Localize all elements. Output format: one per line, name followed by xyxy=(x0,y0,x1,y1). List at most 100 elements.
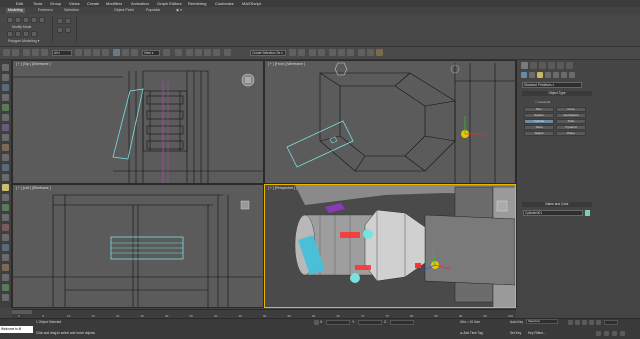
systems-icon[interactable] xyxy=(569,72,575,78)
sphere-button[interactable]: Sphere xyxy=(524,113,554,118)
angle-snap-icon[interactable] xyxy=(195,49,202,56)
tool-icon[interactable] xyxy=(2,84,9,91)
render-setup-icon[interactable] xyxy=(358,49,365,56)
coord-z-field[interactable] xyxy=(390,320,414,325)
viewport-left[interactable]: [ + ] [Left ] [Wireframe ] xyxy=(12,184,264,308)
utilities-tab-icon[interactable] xyxy=(566,62,573,69)
layer-manager-icon[interactable] xyxy=(309,49,316,56)
tool-icon[interactable] xyxy=(2,194,9,201)
tool-icon[interactable] xyxy=(2,144,9,151)
link-icon[interactable] xyxy=(23,49,30,56)
tool-icon[interactable] xyxy=(2,254,9,261)
rendered-frame-window-icon[interactable] xyxy=(367,49,374,56)
ribbon-button[interactable] xyxy=(39,17,45,23)
curve-editor-icon[interactable] xyxy=(329,49,336,56)
tool-icon[interactable] xyxy=(2,274,9,281)
tool-icon[interactable] xyxy=(2,74,9,81)
orbit-icon[interactable] xyxy=(612,331,617,336)
go-to-end-icon[interactable] xyxy=(596,320,601,325)
maximize-viewport-icon[interactable] xyxy=(620,331,625,336)
move-icon[interactable] xyxy=(113,49,120,56)
named-selection-dropdown[interactable]: Create Selection Se ▾ xyxy=(250,50,286,56)
unlink-icon[interactable] xyxy=(32,49,39,56)
align-icon[interactable] xyxy=(298,49,305,56)
menu-tools[interactable]: Tools xyxy=(33,1,42,7)
pan-icon[interactable] xyxy=(604,331,609,336)
object-type-rollout[interactable]: Object Type xyxy=(522,91,592,96)
ribbon-button[interactable] xyxy=(31,31,37,37)
ribbon-button[interactable] xyxy=(65,18,71,24)
selection-region-icon[interactable] xyxy=(93,49,100,56)
tool-icon[interactable] xyxy=(2,154,9,161)
ribbon-options-icon[interactable]: ◉ ▾ xyxy=(174,8,184,13)
tool-icon[interactable] xyxy=(2,204,9,211)
select-object-icon[interactable] xyxy=(75,49,82,56)
percent-snap-icon[interactable] xyxy=(204,49,211,56)
geometry-icon[interactable] xyxy=(521,72,527,78)
tool-icon[interactable] xyxy=(2,284,9,291)
cylinder-button[interactable]: Cylinder xyxy=(524,119,554,124)
add-time-tag[interactable]: ⊕ Add Time Tag xyxy=(460,331,483,335)
ribbon-button[interactable] xyxy=(23,31,29,37)
coord-x-field[interactable] xyxy=(326,320,350,325)
cameras-icon[interactable] xyxy=(545,72,551,78)
tab-modeling[interactable]: Modeling xyxy=(6,8,25,13)
viewport-top[interactable]: [ + ] [Top ] [Wireframe ] xyxy=(12,60,264,184)
menu-modifiers[interactable]: Modifiers xyxy=(106,1,122,7)
window-crossing-icon[interactable] xyxy=(102,49,109,56)
undo-icon[interactable] xyxy=(3,49,10,56)
menu-create[interactable]: Create xyxy=(87,1,99,7)
tool-icon[interactable] xyxy=(2,124,9,131)
previous-frame-icon[interactable] xyxy=(575,320,580,325)
tool-icon[interactable] xyxy=(2,64,9,71)
set-key-button[interactable]: Set Key xyxy=(510,331,521,335)
ribbon-button[interactable] xyxy=(23,17,29,23)
tab-object-paint[interactable]: Object Paint xyxy=(112,8,136,13)
play-icon[interactable] xyxy=(582,320,587,325)
pivot-center-icon[interactable] xyxy=(163,49,170,56)
tool-icon[interactable] xyxy=(2,184,9,191)
shapes-icon[interactable] xyxy=(529,72,535,78)
menu-customize[interactable]: Customize xyxy=(215,1,234,7)
tab-populate[interactable]: Populate xyxy=(144,8,162,13)
teapot-button[interactable]: Teapot xyxy=(524,131,554,136)
maxscript-listener[interactable]: Welcome to M xyxy=(0,326,33,333)
tool-icon[interactable] xyxy=(2,244,9,251)
schematic-view-icon[interactable] xyxy=(338,49,345,56)
tab-selection[interactable]: Selection xyxy=(62,8,81,13)
geosphere-button[interactable]: GeoSphere xyxy=(556,113,586,118)
auto-key-dropdown[interactable]: Selected xyxy=(526,319,558,324)
ribbon-button[interactable] xyxy=(65,27,71,33)
scale-icon[interactable] xyxy=(131,49,138,56)
ribbon-button[interactable] xyxy=(57,18,63,24)
ribbon-panel-label[interactable]: Polygon Modeling ▾ xyxy=(8,39,39,43)
edit-named-selection-icon[interactable] xyxy=(224,49,231,56)
tool-icon[interactable] xyxy=(2,234,9,241)
motion-tab-icon[interactable] xyxy=(548,62,555,69)
box-button[interactable]: Box xyxy=(524,107,554,112)
zoom-icon[interactable] xyxy=(596,331,601,336)
tool-icon[interactable] xyxy=(2,114,9,121)
menu-rendering[interactable]: Rendering xyxy=(188,1,206,7)
material-editor-icon[interactable] xyxy=(347,49,354,56)
coord-y-field[interactable] xyxy=(358,320,382,325)
ribbon-button[interactable] xyxy=(31,17,37,23)
tool-icon[interactable] xyxy=(2,94,9,101)
tool-icon[interactable] xyxy=(2,294,9,301)
go-to-start-icon[interactable] xyxy=(568,320,573,325)
next-frame-icon[interactable] xyxy=(589,320,594,325)
render-production-icon[interactable] xyxy=(376,49,383,56)
primitive-category-dropdown[interactable]: Standard Primitives ▾ xyxy=(522,82,582,88)
autogrid-checkbox[interactable]: ☐ AutoGrid xyxy=(535,100,550,104)
menu-animation[interactable]: Animation xyxy=(131,1,149,7)
current-frame-field[interactable] xyxy=(604,320,618,325)
ribbon-button[interactable] xyxy=(15,17,21,23)
modify-tab-icon[interactable] xyxy=(530,62,537,69)
graphite-toggle-icon[interactable] xyxy=(318,49,325,56)
ribbon-button[interactable] xyxy=(7,17,13,23)
menu-group[interactable]: Group xyxy=(50,1,61,7)
tube-button[interactable]: Tube xyxy=(556,119,586,124)
ribbon-button[interactable] xyxy=(15,31,21,37)
viewport-perspective[interactable]: [ + ] [Perspective ] [ Shaded + Edged Fa… xyxy=(264,184,516,308)
ribbon-button[interactable] xyxy=(7,31,13,37)
